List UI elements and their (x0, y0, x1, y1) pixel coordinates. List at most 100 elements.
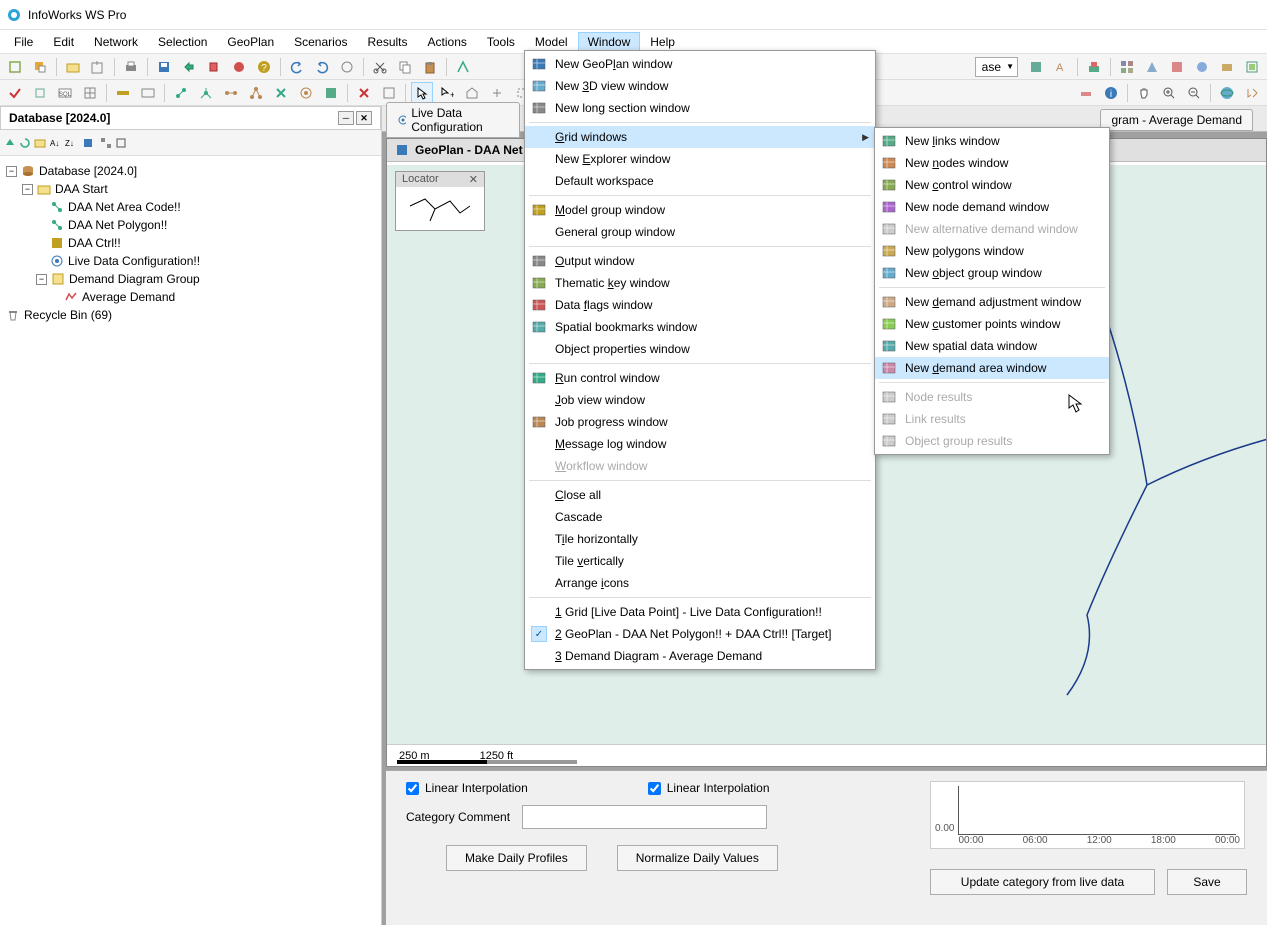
up-icon[interactable] (4, 137, 16, 149)
save-icon[interactable] (153, 56, 175, 78)
node-icon[interactable] (220, 82, 242, 104)
menu-item[interactable]: Tile vertically (525, 550, 875, 572)
tool-icon[interactable] (137, 82, 159, 104)
menu-item[interactable]: New customer points window (875, 313, 1109, 335)
zoom-out-icon[interactable] (1183, 82, 1205, 104)
menu-item[interactable]: New polygons window (875, 240, 1109, 262)
tree-item[interactable]: Live Data Configuration!! (6, 252, 375, 270)
menu-item[interactable]: New nodes window (875, 152, 1109, 174)
menu-item[interactable]: ✓2 GeoPlan - DAA Net Polygon!! + DAA Ctr… (525, 623, 875, 645)
tool-icon[interactable]: A (1050, 56, 1072, 78)
help-icon[interactable]: ? (253, 56, 275, 78)
refresh-icon[interactable] (19, 137, 31, 149)
tool-icon[interactable] (1075, 82, 1097, 104)
make-daily-button[interactable]: Make Daily Profiles (446, 845, 587, 871)
menu-item[interactable]: Object properties window (525, 338, 875, 360)
menu-item[interactable]: New Explorer window (525, 148, 875, 170)
menu-item[interactable]: Grid windows▶ (525, 126, 875, 148)
tree-item[interactable]: DAA Ctrl!! (6, 234, 375, 252)
menu-item[interactable]: General group window (525, 221, 875, 243)
menu-item[interactable]: Run control window (525, 367, 875, 389)
menu-item[interactable]: Tile horizontally (525, 528, 875, 550)
linear-interp-2-checkbox[interactable]: Linear Interpolation (648, 781, 770, 795)
save-button[interactable]: Save (1167, 869, 1247, 895)
menu-item[interactable]: New links window (875, 130, 1109, 152)
menu-item[interactable]: Thematic key window (525, 272, 875, 294)
tool-icon[interactable] (336, 56, 358, 78)
tool-icon[interactable] (112, 82, 134, 104)
tree-item[interactable]: DAA Net Area Code!! (6, 198, 375, 216)
globe-icon[interactable] (1216, 82, 1238, 104)
menu-item[interactable]: Data flags window (525, 294, 875, 316)
tree-item[interactable]: DAA Net Polygon!! (6, 216, 375, 234)
undo-icon[interactable] (286, 56, 308, 78)
tree-item[interactable]: − DAA Start (6, 180, 375, 198)
menu-file[interactable]: File (4, 32, 43, 52)
tool-icon[interactable] (378, 82, 400, 104)
menu-item[interactable]: Job view window (525, 389, 875, 411)
linear-interp-1-checkbox[interactable]: Linear Interpolation (406, 781, 528, 795)
menu-item[interactable]: Message log window (525, 433, 875, 455)
menu-actions[interactable]: Actions (418, 32, 477, 52)
hand-icon[interactable] (1133, 82, 1155, 104)
tool-icon[interactable] (295, 82, 317, 104)
menu-window[interactable]: Window (578, 32, 641, 52)
tool-icon[interactable] (82, 137, 94, 149)
tree-item[interactable]: − Database [2024.0] (6, 162, 375, 180)
menu-item[interactable]: Job progress window (525, 411, 875, 433)
menu-item[interactable]: New GeoPlan window (525, 53, 875, 75)
cut-icon[interactable] (369, 56, 391, 78)
tool-icon[interactable] (1083, 56, 1105, 78)
menu-help[interactable]: Help (640, 32, 685, 52)
tool-icon[interactable] (1191, 56, 1213, 78)
tool-icon[interactable] (1241, 82, 1263, 104)
tool-icon[interactable] (228, 56, 250, 78)
check-icon[interactable] (4, 82, 26, 104)
collapse-icon[interactable]: − (22, 184, 33, 195)
tool-icon[interactable] (203, 56, 225, 78)
menu-item[interactable]: Default workspace (525, 170, 875, 192)
menu-item[interactable]: New 3D view window (525, 75, 875, 97)
panel-close-icon[interactable]: ✕ (356, 111, 372, 125)
panel-minimize-icon[interactable]: ─ (338, 111, 354, 125)
menu-item[interactable]: Close all (525, 484, 875, 506)
menu-edit[interactable]: Edit (43, 32, 84, 52)
sort-icon[interactable]: Z↓ (64, 137, 76, 149)
normalize-button[interactable]: Normalize Daily Values (617, 845, 778, 871)
tool-icon[interactable] (1166, 56, 1188, 78)
sql-icon[interactable]: SQL (54, 82, 76, 104)
menu-item[interactable]: 1 Grid [Live Data Point] - Live Data Con… (525, 601, 875, 623)
dropdown-partial[interactable]: ase▼ (975, 57, 1018, 77)
menu-item[interactable]: Cascade (525, 506, 875, 528)
tree-item[interactable]: Recycle Bin (69) (6, 306, 375, 324)
menu-item[interactable]: Output window (525, 250, 875, 272)
sort-icon[interactable]: A↓ (49, 137, 61, 149)
tool-icon[interactable] (62, 56, 84, 78)
tab-live-data[interactable]: Live Data Configuration (386, 102, 520, 138)
menu-item[interactable]: New spatial data window (875, 335, 1109, 357)
menu-item[interactable]: New node demand window (875, 196, 1109, 218)
tool-icon[interactable] (1025, 56, 1047, 78)
tool-icon[interactable] (34, 137, 46, 149)
node-icon[interactable] (245, 82, 267, 104)
menu-item[interactable]: Spatial bookmarks window (525, 316, 875, 338)
tree-item[interactable]: Average Demand (6, 288, 375, 306)
menu-item[interactable]: New control window (875, 174, 1109, 196)
menu-selection[interactable]: Selection (148, 32, 217, 52)
tool-icon[interactable] (178, 56, 200, 78)
copy-icon[interactable] (394, 56, 416, 78)
node-icon[interactable] (195, 82, 217, 104)
zoom-in-icon[interactable] (1158, 82, 1180, 104)
info-icon[interactable]: i (1100, 82, 1122, 104)
tool-icon[interactable] (452, 56, 474, 78)
tool-icon[interactable] (461, 82, 483, 104)
tool-icon[interactable] (100, 137, 112, 149)
tool-icon[interactable] (87, 56, 109, 78)
tool-icon[interactable] (29, 56, 51, 78)
redo-icon[interactable] (311, 56, 333, 78)
menu-tools[interactable]: Tools (477, 32, 525, 52)
delete-icon[interactable] (353, 82, 375, 104)
menu-item[interactable]: Model group window (525, 199, 875, 221)
locator-panel[interactable]: Locator ✕ (395, 171, 485, 231)
tool-icon[interactable] (1141, 56, 1163, 78)
